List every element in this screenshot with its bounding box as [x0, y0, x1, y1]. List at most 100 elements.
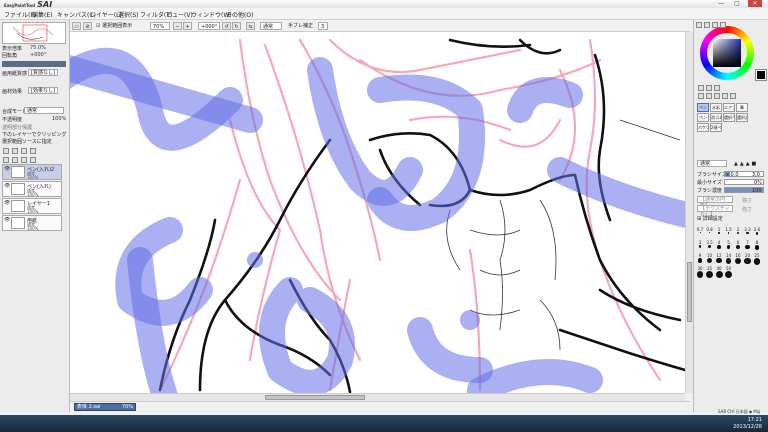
selection-tool-icon[interactable]: [698, 85, 704, 91]
brush-size-preset[interactable]: 5: [725, 241, 733, 250]
close-button[interactable]: ✕: [748, 0, 762, 7]
stabilizer-select[interactable]: 3: [318, 22, 328, 30]
lasso-tool-icon[interactable]: [706, 85, 712, 91]
brush-size-preset[interactable]: 2.3: [744, 228, 752, 237]
brush-size-preset[interactable]: 3: [696, 241, 704, 250]
angle-value[interactable]: +000°: [30, 52, 46, 58]
minimize-button[interactable]: —: [714, 0, 728, 7]
delete-layer-icon[interactable]: [30, 148, 36, 154]
brush-texture-select[interactable]: 【テクスチャなし】: [697, 205, 733, 218]
tool-binary-pen[interactable]: 2値ペン: [710, 123, 722, 132]
clear-layer-icon[interactable]: [21, 157, 27, 163]
maximize-button[interactable]: ▢: [730, 0, 744, 7]
hand-tool-icon[interactable]: [722, 93, 728, 99]
brush-shape-select[interactable]: 【通常の円形】: [697, 196, 733, 209]
protect-alpha-checkbox[interactable]: 透明部分保護: [2, 124, 32, 131]
zoom-in-icon[interactable]: +: [183, 22, 192, 30]
clock-date[interactable]: 2013/12/28: [733, 424, 762, 430]
visibility-eye-icon[interactable]: 👁: [4, 201, 10, 206]
color-wheel[interactable]: [700, 26, 754, 80]
brush-size-preset[interactable]: 12: [715, 254, 723, 264]
brush-size-preset[interactable]: 2: [734, 228, 742, 237]
vertical-scrollbar[interactable]: [685, 32, 693, 393]
brush-shape-icons[interactable]: ▲▲▲■: [734, 161, 766, 167]
menu-other[interactable]: その他(O): [226, 10, 253, 19]
tool-pen2[interactable]: ペン: [697, 113, 709, 122]
vertical-scroll-thumb[interactable]: [687, 262, 692, 322]
select-all-icon[interactable]: ▭: [72, 22, 81, 30]
brush-size-preset[interactable]: 8: [753, 241, 761, 250]
new-set-icon[interactable]: [12, 148, 18, 154]
current-color-swatch[interactable]: [755, 69, 767, 81]
layer-item[interactable]: 👁 用紙 通常 100%: [2, 215, 62, 231]
flip-icon[interactable]: ⇆: [246, 22, 255, 30]
zoom-select[interactable]: 70%: [150, 22, 170, 30]
system-tray[interactable]: SAB Ctrl 日本語 ◆ Maj: [718, 409, 760, 415]
zoom-tool-icon[interactable]: [706, 93, 712, 99]
rotate-left-icon[interactable]: ↺: [222, 22, 231, 30]
brush-size-preset[interactable]: 14: [725, 254, 733, 264]
merge-visible-icon[interactable]: [12, 157, 18, 163]
tool-select-eraser[interactable]: 選択消: [736, 113, 748, 122]
visibility-eye-icon[interactable]: 👁: [4, 167, 10, 172]
detail-settings-toggle[interactable]: ⊞ 詳細設定: [697, 215, 723, 222]
deselect-icon[interactable]: ⊘: [83, 22, 92, 30]
brush-size-preset[interactable]: 25: [753, 254, 761, 265]
brush-size-preset[interactable]: 1: [715, 228, 723, 237]
brush-size-preset[interactable]: 40: [715, 267, 723, 278]
brush-size-preset[interactable]: 30: [696, 267, 704, 278]
brush-size-preset[interactable]: 16: [734, 254, 742, 265]
visibility-eye-icon[interactable]: 👁: [4, 218, 10, 223]
brush-size-preset[interactable]: 6: [734, 241, 742, 250]
navigator-preview[interactable]: [2, 22, 66, 44]
brush-size-preset[interactable]: 7: [744, 241, 752, 250]
swatch-toggle-icon[interactable]: [720, 22, 726, 28]
brush-size-preset[interactable]: 4: [715, 241, 723, 250]
drawing-canvas[interactable]: [70, 32, 685, 393]
selection-visible-checkbox[interactable]: ☑ 選択範囲表示: [96, 22, 132, 30]
tool-airbrush[interactable]: エアブラシ: [723, 103, 735, 112]
rgb-slider-toggle-icon[interactable]: [704, 22, 710, 28]
merge-down-icon[interactable]: [3, 157, 9, 163]
trash-icon[interactable]: [30, 157, 36, 163]
angle-select[interactable]: +000°: [198, 22, 220, 30]
magic-wand-icon[interactable]: [714, 85, 720, 91]
tool-watercolor[interactable]: 水彩: [710, 103, 722, 112]
new-layer-icon[interactable]: [3, 148, 9, 154]
layer-item[interactable]: 👁 ペン(入れ) 通常 100%: [2, 181, 62, 197]
clock-time[interactable]: 17:21: [748, 417, 762, 423]
brush-size-preset[interactable]: 20: [744, 254, 752, 265]
menu-view[interactable]: ビュー(V): [166, 10, 193, 19]
copy-layer-icon[interactable]: [21, 148, 27, 154]
brush-size-preset[interactable]: 10: [706, 254, 714, 264]
rotate-right-icon[interactable]: ↻: [232, 22, 241, 30]
tool-brush[interactable]: 筆: [736, 103, 748, 112]
menu-select[interactable]: 選択(S): [118, 10, 139, 19]
horizontal-scrollbar[interactable]: [70, 393, 685, 401]
brush-size-preset[interactable]: 0.8: [706, 228, 714, 237]
brush-size-preset[interactable]: 1.5: [725, 228, 733, 237]
zoom-out-icon[interactable]: −: [173, 22, 182, 30]
selection-source-checkbox[interactable]: 選択範囲ソースに指定: [2, 138, 52, 145]
zoom-value[interactable]: 75.0%: [30, 45, 46, 51]
layer-item[interactable]: 👁 ペン(入れ)2 通常 100%: [2, 164, 62, 180]
menu-edit[interactable]: 編集(E): [32, 10, 52, 19]
color-sv-square[interactable]: [713, 39, 741, 67]
blend-select[interactable]: 通常: [260, 22, 282, 30]
brush-size-preset[interactable]: 0.7: [696, 228, 704, 237]
hsv-slider-toggle-icon[interactable]: [712, 22, 718, 28]
brush-mode-select[interactable]: 通常: [697, 160, 727, 167]
tool-select-pen[interactable]: 選択ペン: [723, 113, 735, 122]
brush-size-preset[interactable]: 3.5: [706, 241, 714, 250]
layer-item[interactable]: 👁 レイヤー1 通常 100%: [2, 198, 62, 214]
canvas-tab[interactable]: 表体 2.sai 70%: [74, 403, 136, 411]
opacity-value[interactable]: 100%: [52, 116, 66, 122]
brush-size-preset[interactable]: 35: [706, 267, 714, 278]
tool-bucket[interactable]: バケツ: [697, 123, 709, 132]
horizontal-scroll-thumb[interactable]: [265, 395, 365, 400]
paper-effect-select[interactable]: [効果なし]: [28, 87, 58, 94]
brush-size-preset[interactable]: 9: [696, 254, 704, 263]
brush-size-preset[interactable]: 50: [725, 267, 733, 278]
rotate-tool-icon[interactable]: [714, 93, 720, 99]
tool-pen[interactable]: ペン: [697, 103, 709, 112]
